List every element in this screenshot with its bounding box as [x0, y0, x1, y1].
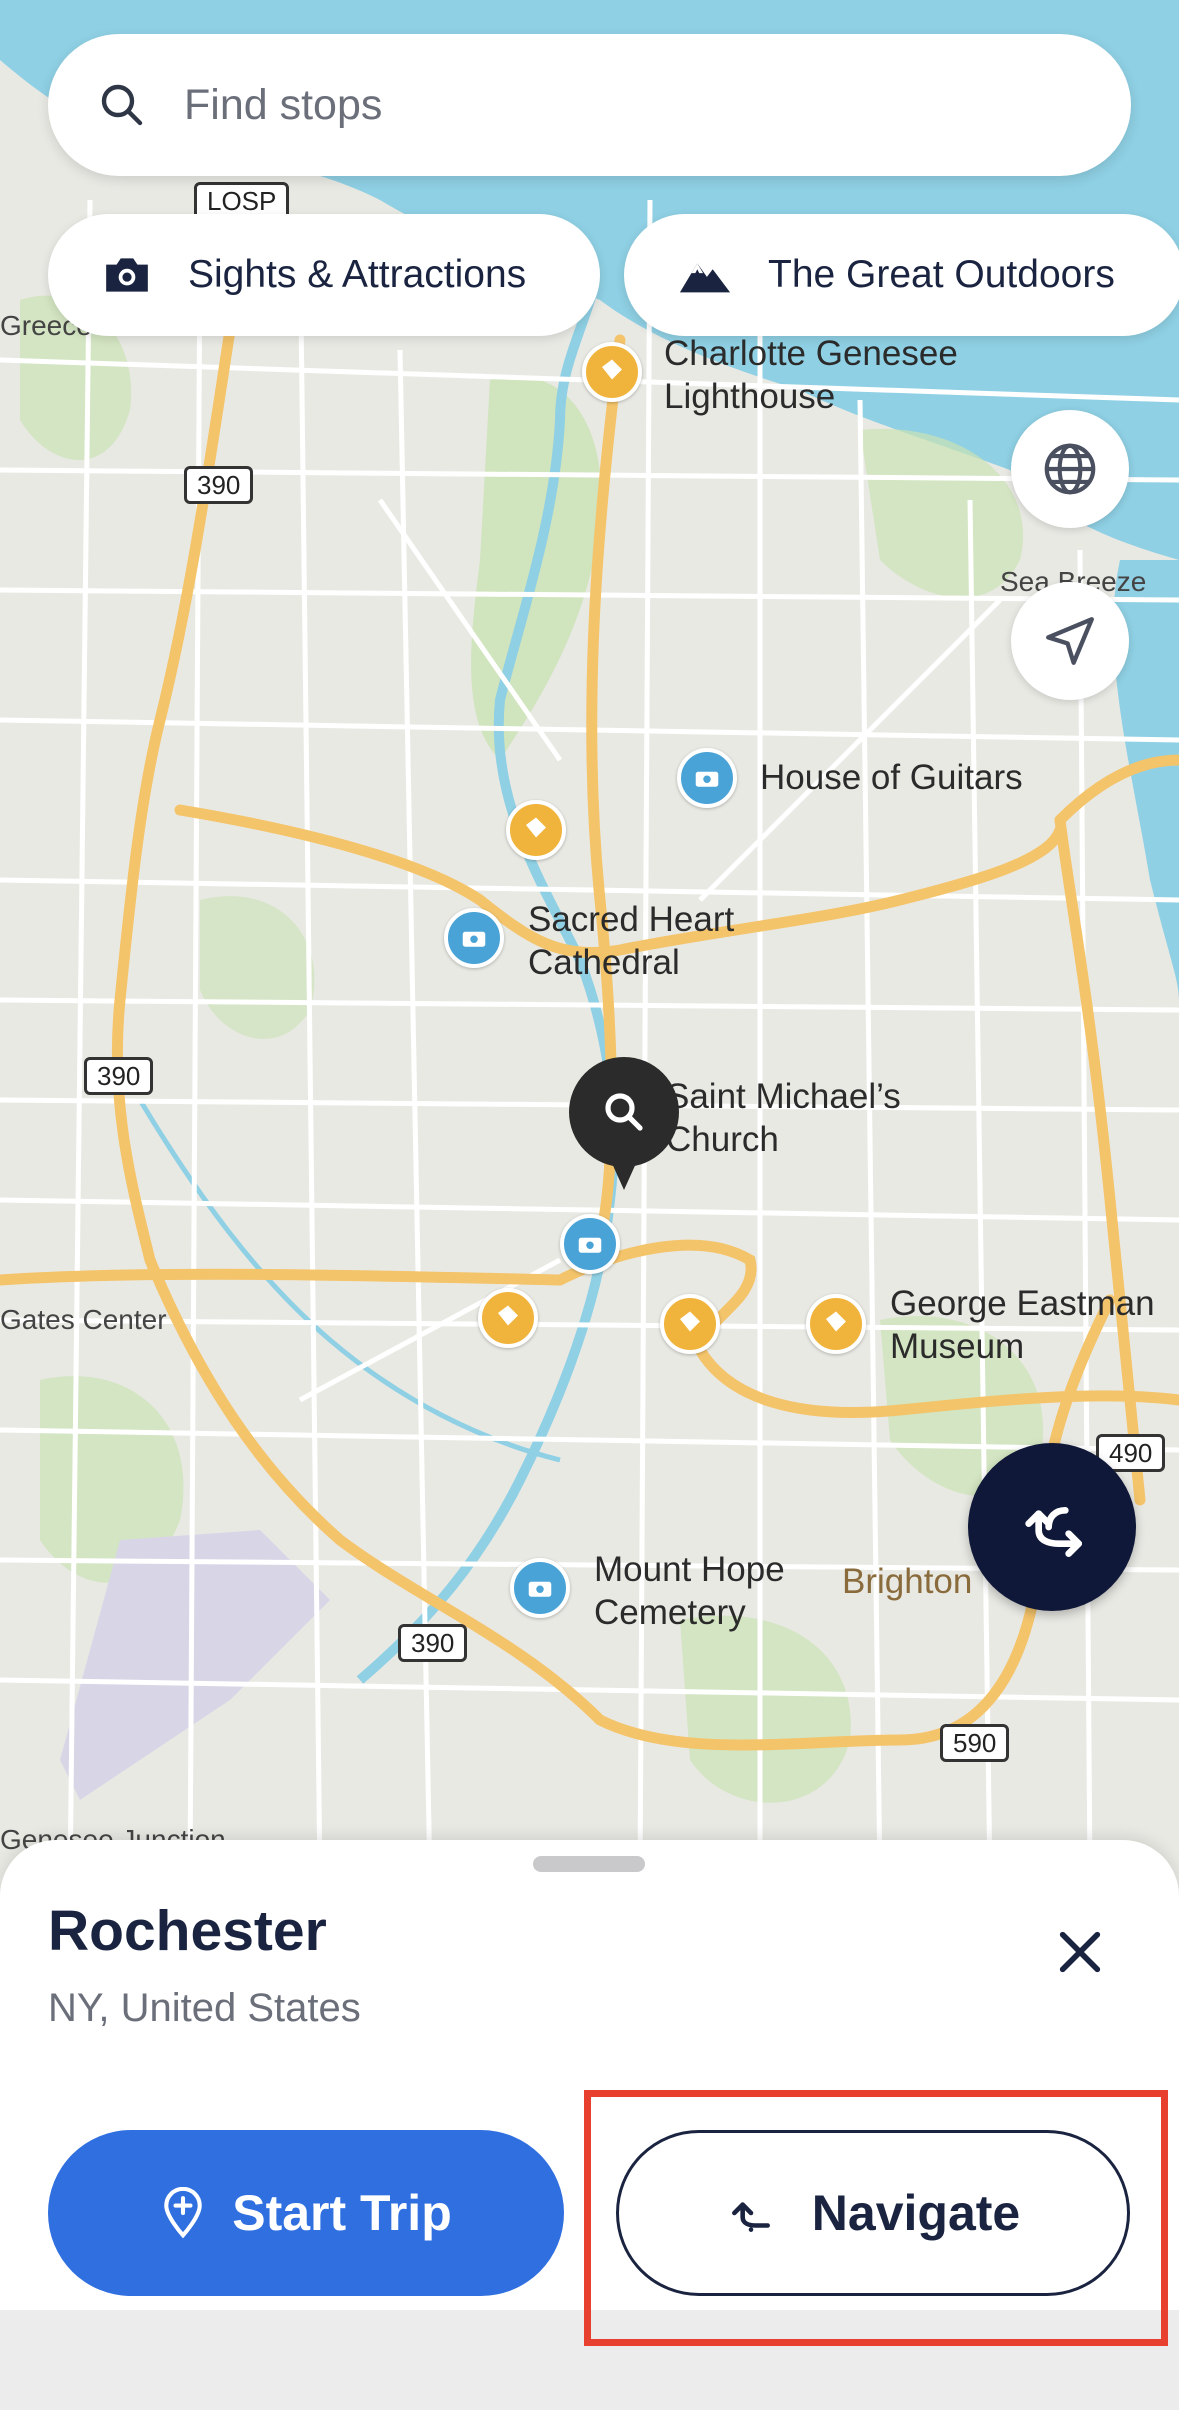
map-label-hope: Mount Hope Cemetery [594, 1550, 785, 1632]
close-icon [1059, 1931, 1101, 1973]
navigate-highlight [584, 2090, 1168, 2346]
chip-label: Sights & Attractions [188, 253, 527, 296]
map-label-gates: Gates Center [0, 1304, 167, 1335]
map-label-guitars: House of Guitars [760, 758, 1023, 797]
search-icon [101, 84, 143, 126]
start-trip-button[interactable]: Start Trip [48, 2130, 564, 2296]
ticket-pin-icon[interactable] [582, 342, 642, 402]
camera-icon [106, 258, 148, 292]
highway-shield-390: 390 [184, 466, 254, 504]
ticket-pin-icon[interactable] [506, 800, 566, 860]
search-icon [605, 1093, 643, 1131]
search-marker-tail [606, 1150, 642, 1190]
map-label-sacred: Sacred Heart Cathedral [528, 900, 735, 982]
chip-label: The Great Outdoors [768, 253, 1115, 296]
search-input[interactable]: Find stops [48, 34, 1131, 176]
camera-pin-icon[interactable] [677, 748, 737, 808]
search-placeholder: Find stops [184, 80, 383, 129]
locate-me-button[interactable] [1011, 582, 1129, 700]
ticket-pin-icon[interactable] [660, 1294, 720, 1354]
ticket-pin-icon[interactable] [478, 1288, 538, 1348]
camera-pin-icon[interactable] [560, 1214, 620, 1274]
map-pin-plus-icon [164, 2187, 203, 2239]
map-label-michael: Saint Michael’s Church [666, 1077, 901, 1159]
chip-sights-attractions[interactable]: Sights & Attractions [48, 214, 600, 336]
map-label-charlotte: Charlotte Genesee Lighthouse [664, 334, 958, 416]
sheet-drag-handle[interactable] [533, 1856, 645, 1872]
place-title: Rochester [48, 1899, 327, 1963]
map-label-brighton: Brighton [842, 1562, 973, 1601]
highway-shield-390: 390 [398, 1624, 468, 1662]
ticket-pin-icon[interactable] [806, 1294, 866, 1354]
chip-great-outdoors[interactable]: The Great Outdoors [624, 214, 1179, 336]
camera-pin-icon[interactable] [444, 908, 504, 968]
highway-shield-390: 390 [84, 1057, 154, 1095]
highway-shield-590: 590 [940, 1724, 1010, 1762]
camera-pin-icon[interactable] [510, 1558, 570, 1618]
location-arrow-icon [1046, 617, 1094, 665]
directions-button[interactable] [968, 1443, 1136, 1611]
globe-icon [1044, 443, 1096, 495]
place-subtitle: NY, United States [48, 1986, 361, 2030]
start-trip-label: Start Trip [232, 2185, 452, 2241]
close-button[interactable] [1040, 1912, 1120, 1992]
mountain-icon [679, 263, 731, 293]
map-label-eastman: George Eastman Museum [890, 1284, 1155, 1366]
directions-icon [1025, 1507, 1082, 1557]
globe-button[interactable] [1011, 410, 1129, 528]
